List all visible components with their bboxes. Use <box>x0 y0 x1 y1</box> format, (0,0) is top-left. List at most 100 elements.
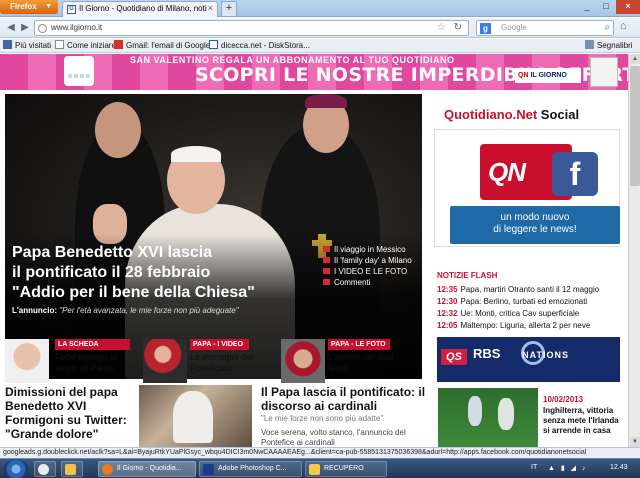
rugby-date: 10/02/2013 <box>543 395 584 404</box>
story-headline[interactable]: Il Papa lascia il pontificato: il discor… <box>261 385 426 413</box>
story-thumbnail[interactable] <box>5 339 49 383</box>
taskbar-item-photoshop[interactable]: Adobe Photoshop C... <box>199 461 302 477</box>
tray-clock[interactable]: 12.43 <box>610 464 628 471</box>
chevron-down-icon: ▼ <box>45 3 52 10</box>
hero-link[interactable]: Il 'family day' a Milano <box>323 255 422 266</box>
story-title[interactable]: Fede teologo al soglio di Pietro <box>55 352 140 374</box>
news-text: Maltempo: Liguria, allerta 2 per neve <box>460 321 591 330</box>
list-item[interactable]: 12:35 Papa, martiri Otranto santi il 12 m… <box>437 284 620 296</box>
video-icon <box>323 257 330 263</box>
scrollbar-thumb[interactable] <box>630 66 640 186</box>
hero-link-label: I VIDEO E LE FOTO <box>334 267 408 276</box>
news-text: Papa, martiri Otranto santi il 12 maggio <box>460 285 600 294</box>
tray-icons[interactable]: ▲ ▮ ◢ ♪ <box>548 464 588 472</box>
tab-close-icon[interactable]: × <box>208 3 213 13</box>
google-icon: g <box>480 23 491 34</box>
firefox-menu-label: Firefox <box>10 2 37 11</box>
search-input[interactable]: g Google ⌕ <box>476 20 614 36</box>
bookmark-dicecca[interactable]: dicecca.net - DiskStora... <box>209 40 310 52</box>
vertical-scrollbar[interactable]: ▲ ▼ <box>628 54 640 447</box>
hero-headline[interactable]: Papa Benedetto XVI lascia il pontificato… <box>12 243 302 303</box>
globe-icon <box>38 24 47 33</box>
bookmarks-menu-label: Segnalibri <box>597 41 633 50</box>
maximize-button[interactable]: □ <box>597 0 615 14</box>
newspaper-icon <box>590 57 618 87</box>
taskbar-pinned-explorer[interactable] <box>61 461 83 477</box>
social-tagline[interactable]: un modo nuovo di leggere le news! <box>450 206 620 244</box>
status-bar: googleads.g.doubleclick.net/aclk?sa=L&ai… <box>0 447 640 458</box>
photoshop-icon <box>203 464 214 475</box>
list-item[interactable]: 12:32 Ue: Monti, critica Cav superficiale <box>437 308 620 320</box>
minimize-button[interactable]: _ <box>578 0 596 14</box>
story-title[interactable]: Le immagini del Pontificato <box>190 352 275 374</box>
hero-headline-line: "Addio per il bene della Chiesa" <box>12 284 255 301</box>
search-magnifier-icon[interactable]: ⌕ <box>604 22 610 33</box>
qn-facebook-logo[interactable]: QN f <box>480 144 604 200</box>
news-text: Ue: Monti, critica Cav superficiale <box>460 309 580 318</box>
news-flash-heading: NOTIZIE FLASH <box>437 271 498 280</box>
rbs-six-nations-banner[interactable]: QS RBS NATIONS <box>437 337 620 382</box>
hero-link[interactable]: I VIDEO E LE FOTO <box>323 266 422 277</box>
bookmarks-icon <box>585 40 594 49</box>
bookmark-most-visited[interactable]: Più visitati <box>3 40 51 52</box>
ad-banner[interactable]: SAN VALENTINO REGALA UN ABBONAMENTO AL T… <box>0 54 628 90</box>
video-icon <box>323 246 330 252</box>
windows-taskbar: Il Giorno - Quotidia... Adobe Photoshop … <box>0 458 640 478</box>
tray-language[interactable]: IT <box>531 464 537 471</box>
hero-story[interactable]: Papa Benedetto XVI lascia il pontificato… <box>5 94 422 379</box>
list-item[interactable]: 12:30 Papa: Berlino, turbati ed emozionat… <box>437 296 620 308</box>
story-thumbnail[interactable] <box>143 339 187 383</box>
hero-link[interactable]: Commenti <box>323 277 422 288</box>
bookmarks-menu[interactable]: Segnalibri <box>585 40 633 52</box>
hero-headline-line: il pontificato il 28 febbraio <box>12 264 211 281</box>
tab-active[interactable]: G Il Giorno - Quotidiano di Milano, noti… <box>62 1 218 17</box>
start-button[interactable] <box>4 459 28 478</box>
hero-link[interactable]: Il viaggio in Messico <box>323 244 422 255</box>
taskbar-pinned-chrome[interactable] <box>34 461 56 477</box>
forward-button[interactable]: ▶ <box>17 20 33 36</box>
story-headline[interactable]: Dimissioni del papa Benedetto XVI Formig… <box>5 385 135 441</box>
gift-icon <box>64 56 94 86</box>
bookmark-getting-started[interactable]: Come iniziare <box>55 40 116 52</box>
url-text[interactable]: www.ilgiorno.it <box>51 23 102 32</box>
story-label[interactable]: PAPA - LE FOTO <box>328 339 390 350</box>
bookmark-star-icon[interactable]: ☆ <box>437 22 446 33</box>
close-window-button[interactable]: × <box>616 0 640 14</box>
story-label[interactable]: LA SCHEDA <box>55 339 130 350</box>
home-icon[interactable]: ⌂ <box>620 20 627 32</box>
hero-figure-left-head <box>95 102 141 158</box>
hero-figure-center-cap <box>171 146 221 162</box>
scroll-up-icon[interactable]: ▲ <box>630 54 640 64</box>
news-text: Papa: Berlino, turbati ed emozionati <box>460 297 588 306</box>
new-tab-button[interactable]: + <box>221 1 237 16</box>
hero-link-label: Il 'family day' a Milano <box>334 256 412 265</box>
story-thumbnail[interactable] <box>281 339 325 383</box>
site-favicon-icon: G <box>67 5 76 14</box>
url-bar[interactable]: www.ilgiorno.it ☆ ↻ <box>34 20 469 36</box>
firefox-menu-button[interactable]: Firefox ▼ <box>0 0 58 14</box>
hero-subtitle: L'annuncio: "Per l'età avanzata, le mie … <box>12 306 239 315</box>
list-item[interactable]: 12:05 Maltempo: Liguria, allerta 2 per ne… <box>437 320 620 332</box>
taskbar-item-folder[interactable]: RECUPERO <box>305 461 387 477</box>
social-tagline-line: un modo nuovo <box>500 212 570 223</box>
qs-logo: QS <box>441 349 467 365</box>
page-icon <box>209 40 218 49</box>
search-placeholder: Google <box>501 23 527 32</box>
news-time: 12:32 <box>437 309 458 318</box>
hero-related-links: Il viaggio in Messico Il 'family day' a … <box>323 244 422 288</box>
social-tagline-line: di leggere le news! <box>493 224 577 235</box>
rugby-headline[interactable]: Inghilterra, vittoria senza mete l'Irlan… <box>543 406 625 436</box>
story-image[interactable] <box>139 385 252 447</box>
banner-logo-qn: QN <box>518 72 529 79</box>
story-label[interactable]: PAPA - I VIDEO <box>190 339 249 350</box>
rugby-image[interactable] <box>438 388 538 447</box>
social-heading-rest: Social <box>537 107 580 122</box>
social-heading-brand: Quotidiano.Net <box>444 107 538 122</box>
story-title[interactable]: L'amore dei suoi fedeli <box>328 352 413 374</box>
bookmark-gmail[interactable]: Gmail: l'email di Google <box>114 40 210 52</box>
reload-icon[interactable]: ↻ <box>454 22 462 33</box>
status-text: googleads.g.doubleclick.net/aclk?sa=L&ai… <box>3 449 587 456</box>
taskbar-item-label: RECUPERO <box>324 465 364 472</box>
taskbar-item-firefox[interactable]: Il Giorno - Quotidia... <box>98 461 196 477</box>
scroll-down-icon[interactable]: ▼ <box>630 437 640 447</box>
